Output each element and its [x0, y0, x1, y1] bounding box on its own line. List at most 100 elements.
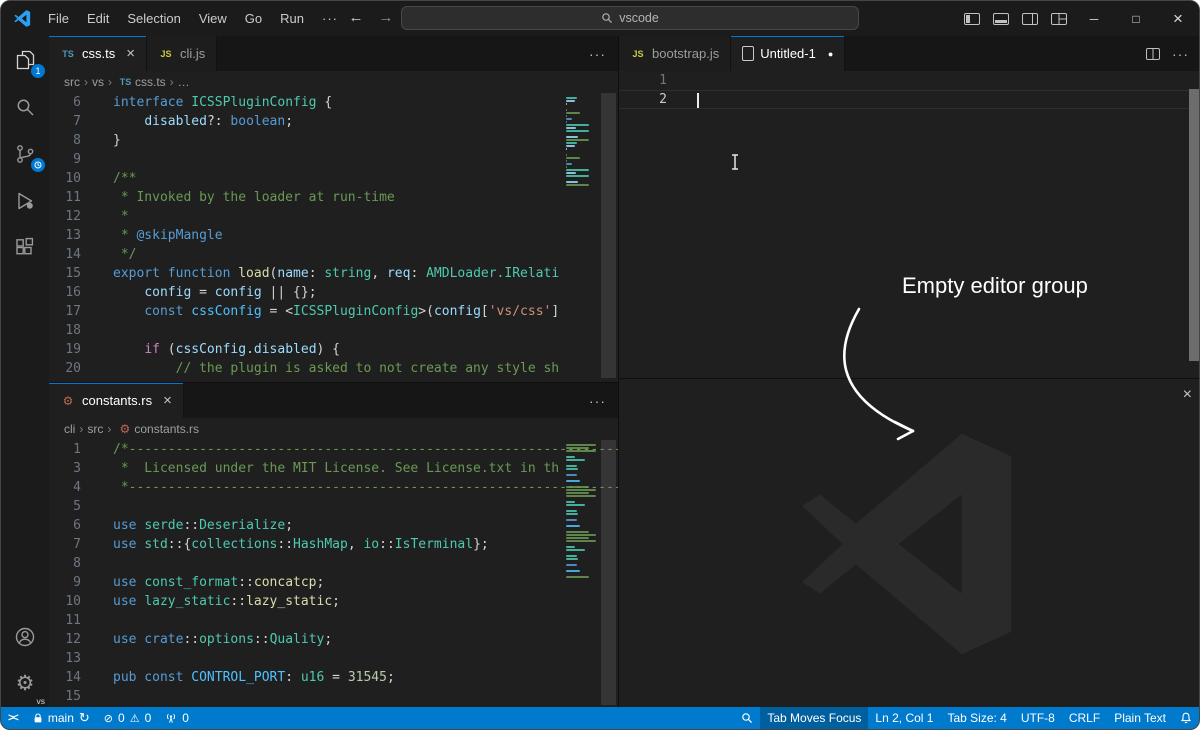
- code-line[interactable]: 13: [49, 649, 618, 668]
- tab-moves-focus-item[interactable]: Tab Moves Focus: [760, 707, 868, 729]
- line-number: 16: [49, 283, 93, 302]
- code-line[interactable]: 13 * @skipMangle: [49, 226, 618, 245]
- menu-view[interactable]: View: [190, 1, 236, 36]
- code-line[interactable]: 11: [49, 611, 618, 630]
- breadcrumb-item[interactable]: …: [178, 75, 190, 89]
- language-mode-item[interactable]: Plain Text: [1107, 707, 1173, 729]
- code-line[interactable]: 19 if (cssConfig.disabled) {: [49, 340, 618, 359]
- code-line[interactable]: 1/*-------------------------------------…: [49, 440, 618, 459]
- maximize-button[interactable]: □: [1115, 1, 1157, 36]
- code-line[interactable]: 7 disabled?: boolean;: [49, 112, 618, 131]
- activity-search[interactable]: [1, 83, 49, 130]
- menu-file[interactable]: File: [39, 1, 78, 36]
- back-icon[interactable]: ←: [343, 1, 369, 36]
- indentation-item[interactable]: Tab Size: 4: [940, 707, 1013, 729]
- notifications-item[interactable]: [1173, 707, 1199, 729]
- code-line[interactable]: 8}: [49, 131, 618, 150]
- code-line[interactable]: 8: [49, 554, 618, 573]
- code-line[interactable]: 20 // the plugin is asked to not create …: [49, 359, 618, 378]
- breadcrumb-item[interactable]: constants.rs: [134, 422, 199, 436]
- customize-layout-icon[interactable]: [1044, 1, 1073, 36]
- tab-bar: ⚙ constants.rs × ···: [49, 383, 618, 418]
- line-number: 3: [49, 459, 93, 478]
- tab-untitled-1[interactable]: Untitled-1 ●: [731, 36, 845, 71]
- minimize-button[interactable]: ─: [1073, 1, 1115, 36]
- more-actions-icon[interactable]: ···: [1172, 46, 1189, 62]
- unsaved-dot-icon[interactable]: ●: [828, 49, 833, 59]
- close-window-button[interactable]: ×: [1157, 1, 1199, 36]
- close-group-icon[interactable]: ×: [1183, 387, 1192, 403]
- scrollbar-thumb[interactable]: [1189, 89, 1199, 361]
- more-actions-icon[interactable]: ···: [589, 393, 606, 409]
- remote-indicator[interactable]: ><: [1, 707, 26, 729]
- line-number: 6: [49, 516, 93, 535]
- tab-css-ts[interactable]: TS css.ts ×: [49, 36, 147, 71]
- activity-settings[interactable]: ⚙ vs: [1, 660, 49, 707]
- toggle-secondary-sidebar-icon[interactable]: [1015, 1, 1044, 36]
- scrollbar[interactable]: [601, 93, 616, 378]
- menu-go[interactable]: Go: [236, 1, 271, 36]
- minimap[interactable]: [566, 444, 598, 579]
- code-line[interactable]: 11 * Invoked by the loader at run-time: [49, 188, 618, 207]
- bell-icon: [1180, 712, 1192, 724]
- code-line[interactable]: 3 * Licensed under the MIT License. See …: [49, 459, 618, 478]
- code-line[interactable]: 2: [619, 90, 1200, 109]
- encoding-item[interactable]: UTF-8: [1014, 707, 1062, 729]
- code-line[interactable]: 15: [49, 687, 618, 706]
- menu-more-icon[interactable]: ···: [313, 1, 347, 36]
- code-line[interactable]: 14 */: [49, 245, 618, 264]
- breadcrumb-item[interactable]: css.ts: [135, 75, 166, 89]
- code-line[interactable]: 12 *: [49, 207, 618, 226]
- breadcrumb-item[interactable]: src: [87, 422, 103, 436]
- activity-accounts[interactable]: [1, 613, 49, 660]
- code-line[interactable]: 10use lazy_static::lazy_static;: [49, 592, 618, 611]
- toggle-sidebar-icon[interactable]: [957, 1, 986, 36]
- toggle-panel-icon[interactable]: [986, 1, 1015, 36]
- scrollbar[interactable]: [601, 440, 616, 705]
- code-line[interactable]: 6use serde::Deserialize;: [49, 516, 618, 535]
- activity-source-control[interactable]: [1, 130, 49, 177]
- code-line[interactable]: 10/**: [49, 169, 618, 188]
- code-line[interactable]: 6interface ICSSPluginConfig {: [49, 93, 618, 112]
- code-line[interactable]: 7use std::{collections::HashMap, io::IsT…: [49, 535, 618, 554]
- zoom-item[interactable]: [734, 707, 760, 729]
- tab-bootstrap-js[interactable]: JS bootstrap.js: [619, 36, 731, 71]
- code-editor-constants-rs[interactable]: 1/*-------------------------------------…: [49, 440, 618, 709]
- breadcrumb-item[interactable]: cli: [64, 422, 75, 436]
- code-line[interactable]: 9: [49, 150, 618, 169]
- eol-item[interactable]: CRLF: [1062, 707, 1107, 729]
- split-editor-icon[interactable]: [1146, 48, 1160, 60]
- branch-item[interactable]: main ↻: [26, 707, 97, 729]
- forward-icon[interactable]: →: [373, 1, 399, 36]
- activity-run-debug[interactable]: [1, 177, 49, 224]
- code-line[interactable]: 15export function load(name: string, req…: [49, 264, 618, 283]
- code-editor-css-ts[interactable]: 6interface ICSSPluginConfig {7 disabled?…: [49, 93, 618, 382]
- code-line[interactable]: 9use const_format::concatcp;: [49, 573, 618, 592]
- code-line[interactable]: 14pub const CONTROL_PORT: u16 = 31545;: [49, 668, 618, 687]
- tab-cli-js[interactable]: JS cli.js: [147, 36, 217, 71]
- cursor-position-item[interactable]: Ln 2, Col 1: [868, 707, 940, 729]
- activity-explorer[interactable]: 1: [1, 36, 49, 83]
- more-actions-icon[interactable]: ···: [589, 46, 606, 62]
- breadcrumb-item[interactable]: vs: [92, 75, 104, 89]
- code-line[interactable]: 1: [619, 71, 1200, 90]
- tab-close-icon[interactable]: ×: [163, 392, 172, 409]
- menu-run[interactable]: Run: [271, 1, 313, 36]
- problems-item[interactable]: ⊘ 0 ⚠ 0: [97, 707, 158, 729]
- code-line[interactable]: 12use crate::options::Quality;: [49, 630, 618, 649]
- code-line[interactable]: 5: [49, 497, 618, 516]
- code-line[interactable]: 17 const cssConfig = <ICSSPluginConfig>(…: [49, 302, 618, 321]
- command-center-search[interactable]: vscode: [401, 6, 859, 30]
- activity-extensions[interactable]: [1, 224, 49, 271]
- minimap[interactable]: [566, 97, 598, 187]
- code-line[interactable]: 16 config = config || {};: [49, 283, 618, 302]
- tab-constants-rs[interactable]: ⚙ constants.rs ×: [49, 383, 184, 418]
- code-line[interactable]: 4 *-------------------------------------…: [49, 478, 618, 497]
- menu-selection[interactable]: Selection: [118, 1, 189, 36]
- ports-item[interactable]: 0: [158, 707, 196, 729]
- tab-close-icon[interactable]: ×: [126, 45, 135, 62]
- menu-edit[interactable]: Edit: [78, 1, 118, 36]
- code-line[interactable]: 18: [49, 321, 618, 340]
- breadcrumb-item[interactable]: src: [64, 75, 80, 89]
- eol-label: CRLF: [1069, 711, 1100, 725]
